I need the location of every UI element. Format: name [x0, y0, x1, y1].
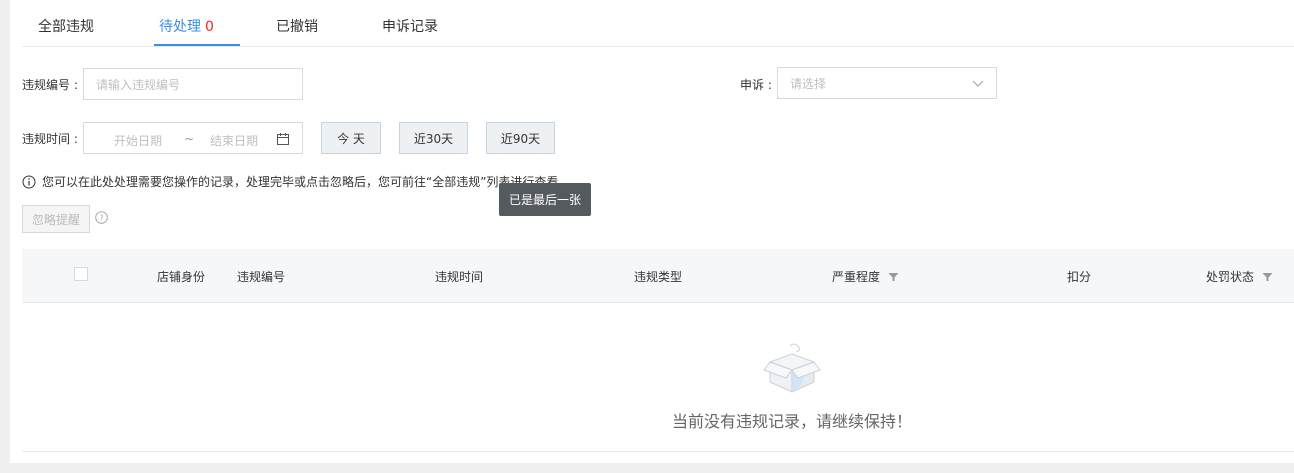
col-store-identity: 店铺身份	[157, 270, 206, 284]
col-penalty-status: 处罚状态	[1206, 268, 1273, 285]
calendar-icon	[277, 133, 289, 145]
tooltip: 已是最后一张	[499, 183, 591, 216]
col-deduction: 扣分	[1067, 270, 1092, 284]
ignore-reminder-button[interactable]: 忽略提醒	[22, 205, 90, 233]
appeal-select[interactable]: 请选择	[777, 67, 997, 99]
notice-text: 您可以在此处处理需要您操作的记录，处理完毕或点击忽略后，您可前往“全部违规”列表…	[42, 175, 571, 189]
tab-pending[interactable]: 待处理 0	[159, 16, 214, 36]
last-90-days-button[interactable]: 近90天	[486, 122, 555, 154]
col-violation-time: 违规时间	[435, 270, 484, 284]
filter-icon[interactable]	[1262, 272, 1273, 282]
tab-label: 申诉记录	[382, 19, 438, 35]
info-icon	[22, 175, 36, 188]
col-severity: 严重程度	[832, 268, 899, 285]
appeal-placeholder: 请选择	[790, 76, 827, 91]
empty-box-icon	[763, 343, 821, 393]
svg-text:?: ?	[99, 214, 103, 223]
tab-all-violations[interactable]: 全部违规	[38, 16, 94, 36]
tab-label: 已撤销	[276, 19, 318, 35]
last-30-days-button[interactable]: 近30天	[399, 122, 468, 154]
help-icon[interactable]: ?	[95, 211, 108, 224]
notice-line: 您可以在此处处理需要您操作的记录，处理完毕或点击忽略后，您可前往“全部违规”列表…	[22, 173, 570, 190]
violation-id-input[interactable]: 请输入违规编号	[83, 68, 303, 100]
active-tab-indicator	[154, 44, 240, 46]
appeal-label: 申诉 :	[740, 78, 772, 92]
table-bottom-divider	[22, 451, 1294, 452]
table-header: 店铺身份 违规编号 违规时间 违规类型 严重程度 扣分 处罚状态	[22, 249, 1294, 303]
start-date-input[interactable]: 开始日期	[114, 132, 162, 149]
col-violation-id: 违规编号	[237, 270, 286, 284]
date-range-picker[interactable]: 开始日期 ~ 结束日期	[83, 122, 303, 154]
end-date-input[interactable]: 结束日期	[210, 132, 258, 149]
col-violation-type: 违规类型	[634, 270, 683, 284]
today-button[interactable]: 今 天	[321, 122, 381, 154]
chevron-down-icon	[972, 80, 984, 87]
tab-appeal-records[interactable]: 申诉记录	[382, 16, 438, 36]
main-panel: 全部违规 待处理 0 已撤销 申诉记录 违规编号 : 请输入违规编号 申诉 : 请…	[10, 0, 1294, 463]
pending-count: 0	[205, 19, 214, 35]
empty-state-text: 当前没有违规记录，请继续保持！	[672, 412, 913, 431]
tab-revoked[interactable]: 已撤销	[276, 16, 318, 36]
select-all-checkbox[interactable]	[74, 267, 88, 281]
violation-id-label: 违规编号 :	[22, 78, 78, 92]
violation-id-placeholder: 请输入违规编号	[96, 77, 181, 92]
violation-time-label: 违规时间 :	[22, 132, 78, 146]
tab-label: 待处理	[159, 19, 201, 35]
date-range-separator: ~	[184, 132, 195, 146]
tab-bar: 全部违规 待处理 0 已撤销 申诉记录	[22, 0, 1294, 47]
tab-label: 全部违规	[38, 19, 94, 35]
filter-icon[interactable]	[888, 272, 899, 282]
